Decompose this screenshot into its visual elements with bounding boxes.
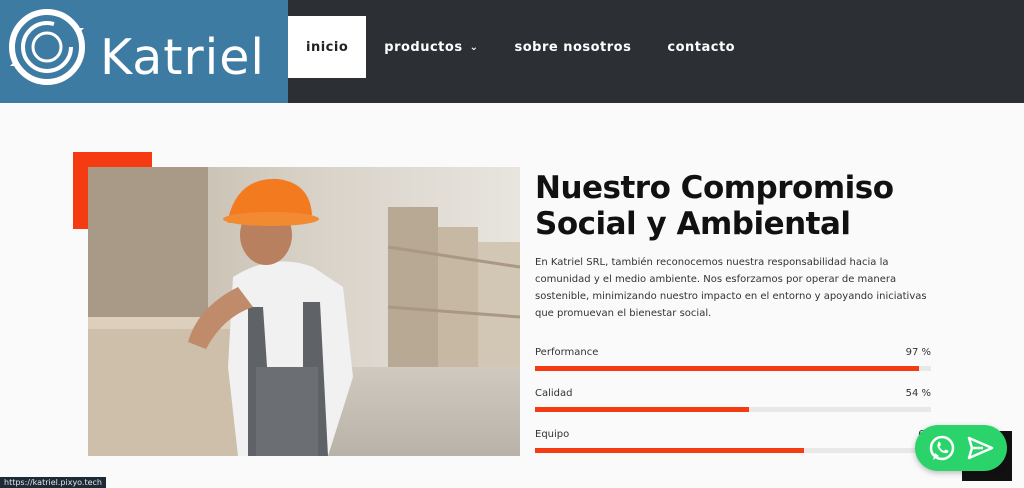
skill-label: Calidad bbox=[535, 388, 573, 399]
nav-item-label: productos bbox=[384, 39, 463, 55]
nav-item-label: contacto bbox=[667, 39, 736, 55]
accent-bar-left bbox=[73, 152, 88, 229]
chevron-down-icon: ⌄ bbox=[469, 41, 479, 53]
skill-label: Equipo bbox=[535, 429, 570, 440]
progress-fill bbox=[535, 448, 805, 453]
worker-photo bbox=[88, 167, 520, 456]
nav-item-label: inicio bbox=[306, 39, 349, 55]
send-icon[interactable] bbox=[965, 433, 995, 463]
nav-item-productos[interactable]: productos ⌄ bbox=[366, 16, 496, 78]
nav-item-inicio[interactable]: inicio bbox=[288, 16, 367, 78]
skill-value: 97 % bbox=[905, 347, 931, 358]
heading-line-1: Nuestro Compromiso bbox=[535, 170, 894, 206]
logo-link[interactable]: Katriel bbox=[0, 0, 288, 103]
section-heading: Nuestro Compromiso Social y Ambiental bbox=[535, 170, 915, 242]
status-bar-url: https://katriel.pixyo.tech bbox=[0, 477, 106, 488]
nav-item-label: sobre nosotros bbox=[514, 39, 632, 55]
hero-image bbox=[88, 167, 520, 456]
section-paragraph: En Katriel SRL, también reconocemos nues… bbox=[535, 257, 927, 319]
progress-track bbox=[535, 366, 931, 371]
whatsapp-icon[interactable] bbox=[927, 433, 957, 463]
nav-item-contacto[interactable]: contacto bbox=[649, 16, 753, 78]
skill-value: 54 % bbox=[905, 388, 931, 399]
progress-fill bbox=[535, 407, 749, 412]
main-nav: inicio productos ⌄ sobre nosotros contac… bbox=[288, 16, 753, 78]
progress-track bbox=[535, 448, 931, 453]
nav-item-sobre-nosotros[interactable]: sobre nosotros bbox=[496, 16, 649, 78]
site-header: Katriel inicio productos ⌄ sobre nosotro… bbox=[0, 0, 1024, 103]
progress-fill bbox=[535, 366, 920, 371]
skill-label: Performance bbox=[535, 347, 599, 358]
brand-name: Katriel bbox=[100, 29, 266, 86]
progress-track bbox=[535, 407, 931, 412]
logo-icon bbox=[9, 9, 85, 85]
heading-line-2: Social y Ambiental bbox=[535, 206, 851, 242]
chat-widget[interactable] bbox=[915, 425, 1007, 471]
